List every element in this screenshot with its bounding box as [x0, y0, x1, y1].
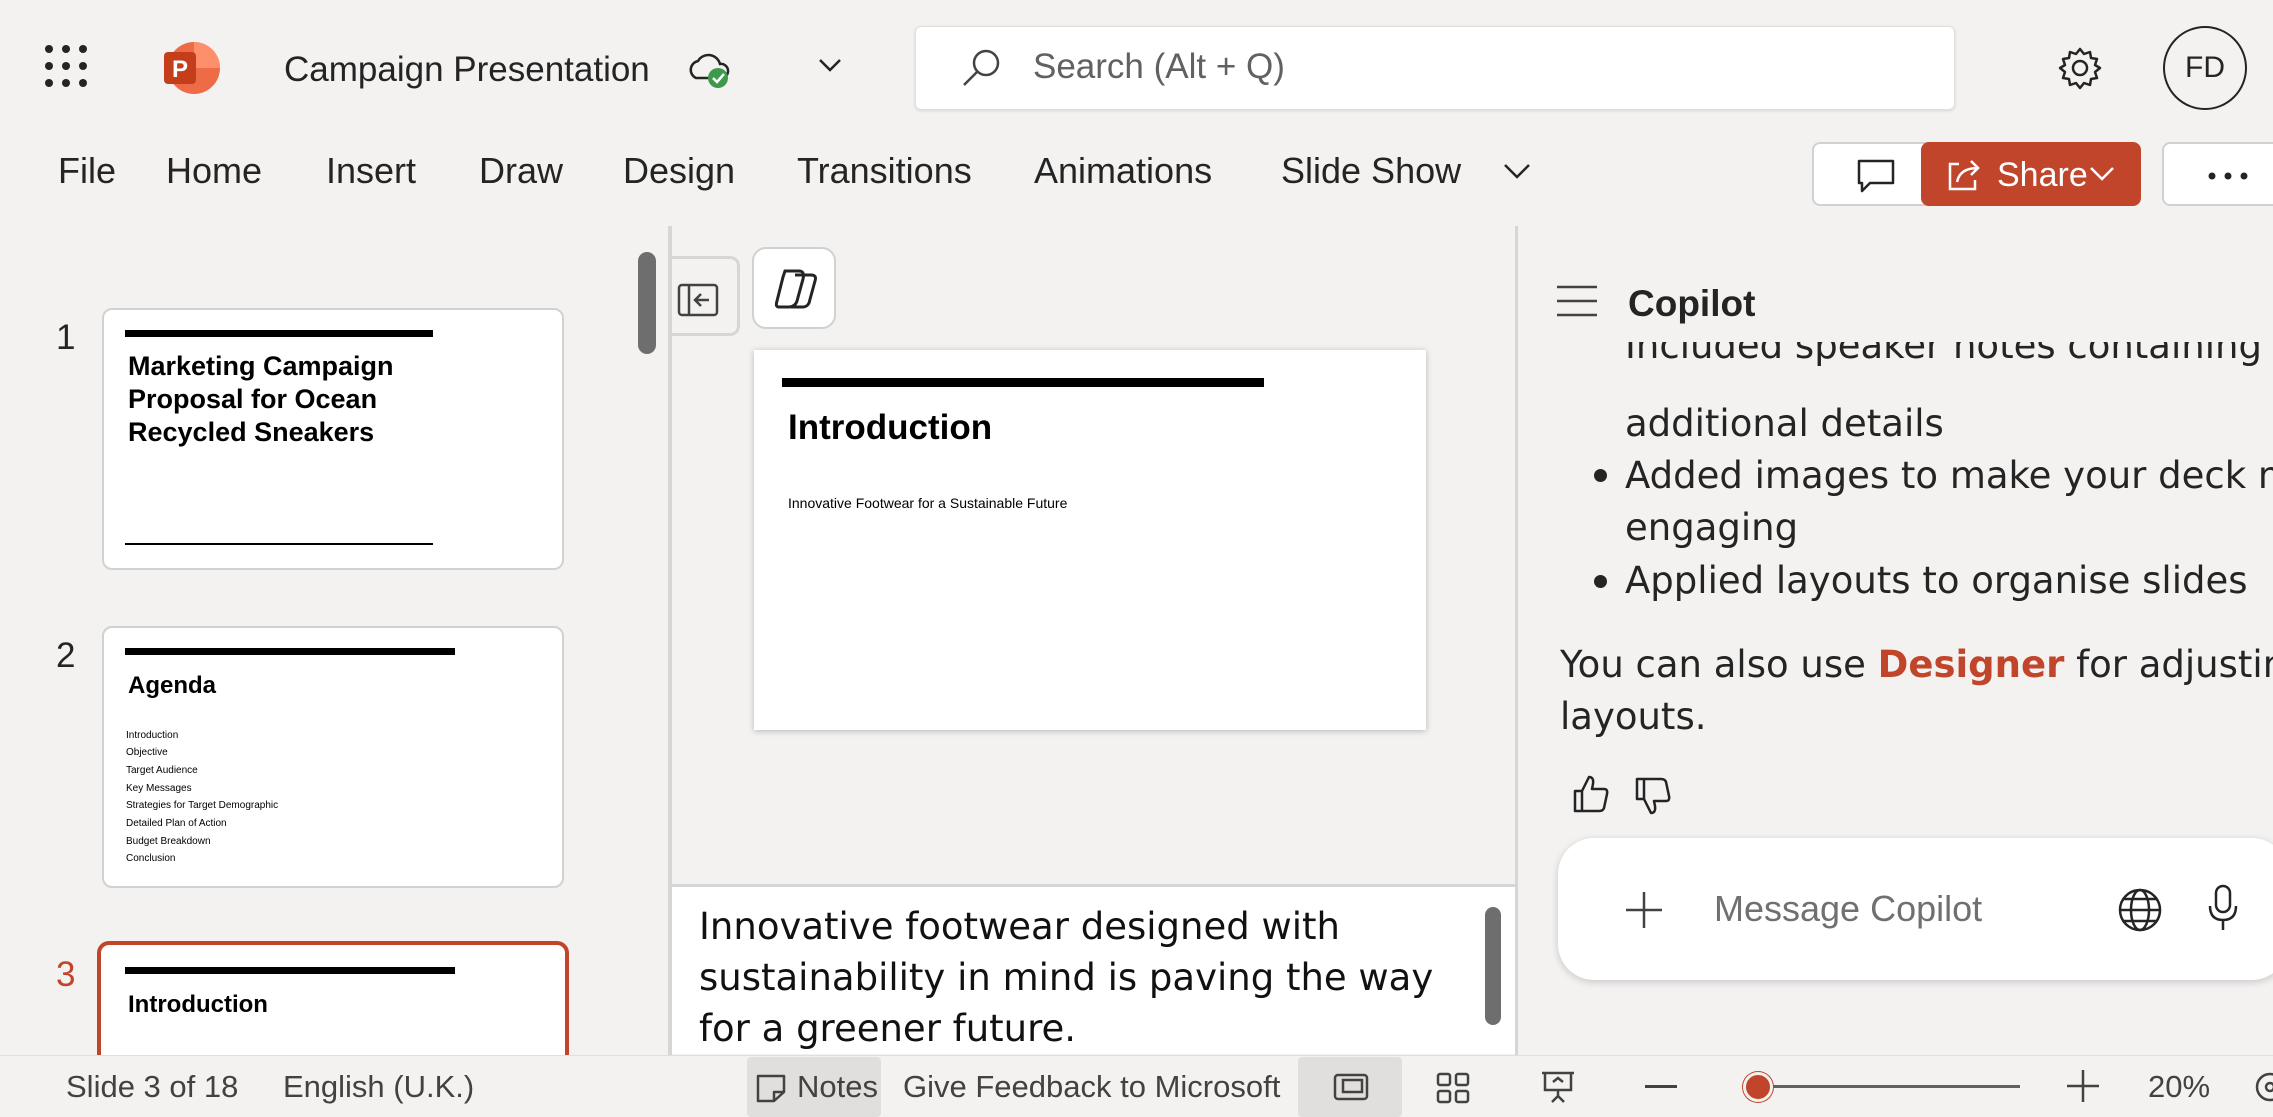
slide-thumbnail-3-selected[interactable]: Introduction	[97, 941, 569, 1055]
collapse-pane-icon	[677, 283, 719, 317]
fit-to-window-icon[interactable]	[2254, 1071, 2273, 1103]
copilot-button[interactable]	[752, 247, 836, 329]
thumbs-up-icon[interactable]	[1572, 774, 1610, 814]
slide-counter: Slide 3 of 18	[66, 1069, 239, 1104]
tip-text: You can also use	[1560, 643, 1878, 686]
tab-slide-show[interactable]: Slide Show	[1281, 150, 1461, 192]
agenda-item: Objective	[126, 747, 168, 758]
copilot-chat-history: Included speaker notes containing additi…	[1518, 342, 2273, 742]
notes-label: Notes	[797, 1069, 878, 1104]
agenda-item: Strategies for Target Demographic	[126, 800, 279, 811]
gear-icon[interactable]	[2058, 46, 2102, 90]
designer-link[interactable]: Designer	[1878, 643, 2065, 686]
tab-home[interactable]: Home	[166, 150, 262, 192]
message-copilot-input[interactable]: Message Copilot	[1714, 888, 1982, 930]
add-attachment-icon[interactable]	[1624, 890, 1664, 930]
notes-toggle-button[interactable]: Notes	[747, 1057, 881, 1117]
thumbnail-number-1: 1	[56, 318, 76, 357]
document-title[interactable]: Campaign Presentation	[284, 50, 650, 90]
tab-transitions[interactable]: Transitions	[797, 150, 972, 192]
comment-icon	[1856, 158, 1896, 194]
cloud-saved-icon[interactable]	[686, 48, 732, 90]
notes-icon	[755, 1073, 787, 1103]
thumbnail-number-3: 3	[56, 955, 76, 994]
zoom-in-icon[interactable]	[2067, 1070, 2099, 1102]
copilot-icon	[773, 267, 819, 311]
agenda-item: Conclusion	[126, 853, 176, 864]
zoom-slider[interactable]	[1730, 1065, 2020, 1109]
agenda-item: Target Audience	[126, 765, 198, 776]
copilot-line: additional details	[1625, 402, 1944, 445]
svg-text:P: P	[172, 56, 188, 83]
zoom-out-icon[interactable]	[1645, 1085, 1677, 1089]
tab-file[interactable]: File	[58, 150, 116, 192]
copilot-bullet-1: Added images to make your deck more	[1625, 454, 2273, 497]
zoom-slider-thumb[interactable]	[1743, 1072, 1773, 1102]
bullet-dot	[1594, 469, 1607, 482]
slide-sorter-icon[interactable]	[1436, 1072, 1470, 1104]
presenter-view-icon[interactable]	[1540, 1070, 1576, 1104]
thumbs-down-icon[interactable]	[1634, 776, 1672, 816]
normal-view-icon	[1333, 1073, 1369, 1101]
slide-subtitle[interactable]: Innovative Footwear for a Sustainable Fu…	[788, 495, 1067, 511]
zoom-percentage[interactable]: 20%	[2148, 1069, 2210, 1105]
zoom-slider-track	[1744, 1085, 2020, 1088]
thumbnail-number-2: 2	[56, 636, 76, 675]
tab-insert[interactable]: Insert	[326, 150, 416, 192]
share-label: Share	[1997, 156, 2088, 194]
tab-draw[interactable]: Draw	[479, 150, 563, 192]
tab-animations[interactable]: Animations	[1034, 150, 1212, 192]
slide-thumbnail-2[interactable]: Agenda Introduction Objective Target Aud…	[102, 626, 564, 888]
bullet-dot	[1594, 575, 1607, 588]
copilot-bullet-1-cont: engaging	[1625, 506, 1799, 549]
more-options-button[interactable]	[2162, 142, 2273, 206]
title-chevron-down-icon[interactable]	[818, 58, 842, 72]
avatar[interactable]: FD	[2163, 26, 2247, 110]
title-bar: P Campaign Presentation Search (Alt + Q)…	[0, 0, 2273, 138]
app-launcher-icon[interactable]	[44, 44, 88, 88]
ribbon-overflow-chevron-icon[interactable]	[1503, 163, 1531, 179]
tab-design[interactable]: Design	[623, 150, 735, 192]
share-icon	[1945, 158, 1983, 192]
slide-thumbnail-1[interactable]: Marketing Campaign Proposal for Ocean Re…	[102, 308, 564, 570]
copilot-partial-line: Included speaker notes containing	[1625, 342, 2262, 367]
status-bar: Slide 3 of 18 English (U.K.) Notes Give …	[0, 1055, 2273, 1117]
hamburger-menu-icon[interactable]	[1555, 284, 1599, 318]
search-icon	[960, 47, 1002, 89]
copilot-bullet-2: Applied layouts to organise slides	[1625, 559, 2248, 602]
copilot-message-box[interactable]: Message Copilot	[1558, 838, 2273, 980]
agenda-item: Detailed Plan of Action	[126, 818, 227, 829]
globe-icon[interactable]	[2117, 887, 2163, 933]
search-box[interactable]: Search (Alt + Q)	[915, 26, 1955, 110]
agenda-item: Introduction	[126, 730, 179, 741]
speaker-notes-text[interactable]: Innovative footwear designed with sustai…	[699, 901, 1459, 1054]
copilot-tip: You can also use Designer for adjusting	[1560, 639, 2273, 691]
agenda-item: Budget Breakdown	[126, 836, 211, 847]
language-indicator[interactable]: English (U.K.)	[283, 1069, 474, 1105]
thumbnail-title: Agenda	[128, 672, 217, 699]
speaker-notes-pane[interactable]: Innovative footwear designed with sustai…	[672, 884, 1515, 1054]
copilot-tip-line2: layouts.	[1560, 695, 1707, 738]
agenda-item: Key Messages	[126, 783, 192, 794]
ellipsis-icon	[2208, 172, 2248, 180]
tip-text: for adjusting	[2076, 643, 2273, 686]
search-placeholder[interactable]: Search (Alt + Q)	[1033, 47, 1285, 87]
powerpoint-icon[interactable]: P	[162, 40, 222, 96]
microphone-icon[interactable]	[2207, 884, 2239, 932]
slide-canvas[interactable]: Introduction Innovative Footwear for a S…	[754, 350, 1426, 730]
thumbnail-title: Marketing Campaign Proposal for Ocean Re…	[128, 351, 394, 447]
thumbnail-scrollbar[interactable]	[638, 252, 656, 354]
give-feedback-link[interactable]: Give Feedback to Microsoft	[903, 1069, 1280, 1105]
share-chevron-down-icon	[2089, 166, 2115, 182]
notes-scrollbar[interactable]	[1485, 907, 1501, 1025]
share-button[interactable]: Share	[1921, 142, 2141, 206]
copilot-title: Copilot	[1628, 283, 1756, 324]
collapse-thumbnails-button[interactable]	[672, 256, 740, 336]
normal-view-button[interactable]	[1298, 1057, 1402, 1117]
thumbnail-title: Introduction	[128, 991, 268, 1018]
slide-title[interactable]: Introduction	[788, 408, 992, 448]
